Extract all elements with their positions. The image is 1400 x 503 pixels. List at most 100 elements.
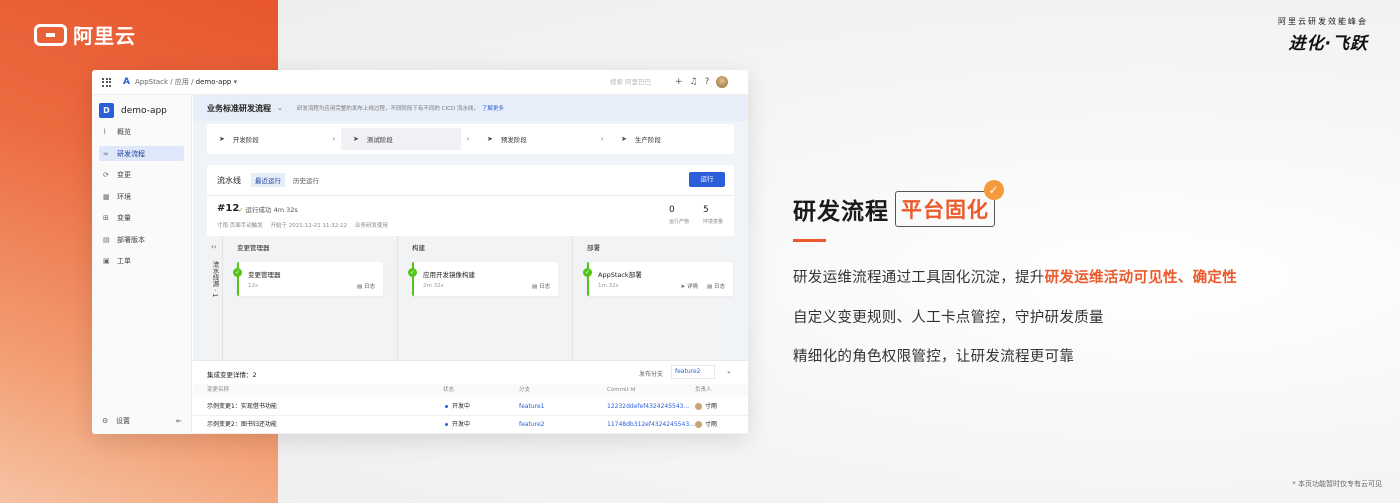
change-name[interactable]: 示例变更1：实现借书功能 xyxy=(207,398,277,416)
task-name: 变更管理器 xyxy=(248,271,281,279)
feature-title: 研发流程 平台固化 ✓ xyxy=(793,180,1004,227)
avatar[interactable] xyxy=(716,76,729,88)
run-trigger: 寸雨 页面手动触发 xyxy=(217,223,263,229)
tab-recent-runs[interactable]: 最近运行 xyxy=(251,173,285,187)
sidebar-item-label: 工单 xyxy=(117,257,131,265)
log-link[interactable]: ▤ 日志 xyxy=(707,282,725,290)
chevron-down-icon[interactable]: ⌄ xyxy=(277,104,283,112)
pipeline-graph: ‹› 流水线源 · 1 变更管理器 ✓ 变更管理器 12s ▤ 日志 构建 ✓ xyxy=(207,236,734,362)
task-name: AppStack部署 xyxy=(598,271,642,279)
code-toggle-icon[interactable]: ‹› xyxy=(211,243,217,251)
sidebar-item-env[interactable]: ▦ 环境 xyxy=(99,189,184,204)
check-icon: ✓ xyxy=(238,206,244,214)
sidebar-item-variable[interactable]: ⊞ 变量 xyxy=(99,211,184,226)
change-commit[interactable]: 11748db312ef4324245543... xyxy=(607,416,695,434)
chevron-right-icon: › xyxy=(332,135,336,143)
flow-title[interactable]: 业务标准研发流程 xyxy=(207,103,271,114)
stage-bar: ➤ 开发阶段 › ➤ 测试阶段 › ➤ 预发阶段 › ➤ 生产阶段 xyxy=(207,124,734,154)
action-label: 详情 xyxy=(687,284,699,290)
stage-prod[interactable]: ➤ 生产阶段 xyxy=(609,128,729,150)
sidebar-item-flow[interactable]: ∞ 研发流程 xyxy=(99,146,184,161)
stage-label: 生产阶段 xyxy=(634,136,661,144)
run-status: ✓ 运行成功 4m 32s xyxy=(238,204,298,214)
task-card[interactable]: ✓ AppStack部署 1m 32s ➤ 详情 ▤ 日志 xyxy=(583,262,733,296)
pipeline-title: 流水线 xyxy=(217,175,241,185)
run-meta: 寸雨 页面手动触发 开始于 2021-12-21 11:32:12 业务研发使用 xyxy=(217,221,394,229)
flow-description: 研发流程为应用完整的发布上线过程，不同阶段下有不同的 CICD 流水线， 了解更多 xyxy=(297,104,504,112)
table-row[interactable]: 示例变更1：实现借书功能 开发中 feature1 12232ddefef432… xyxy=(193,398,748,416)
task-name: 应用开发镜像构建 xyxy=(423,271,475,279)
change-name[interactable]: 示例变更2：图书归还功能 xyxy=(207,416,277,434)
change-branch[interactable]: feature1 xyxy=(519,398,544,416)
sidebar-item-ticket[interactable]: ▣ 工单 xyxy=(99,254,184,269)
stage-dev[interactable]: ➤ 开发阶段 xyxy=(207,128,327,150)
feature-point-text: 研发运维流程通过工具固化沉淀，提升 xyxy=(793,270,1045,286)
stage-test[interactable]: ➤ 测试阶段 xyxy=(341,128,461,150)
column-header: 分支 xyxy=(519,387,531,393)
footnote: * 本页功能暂时仅专有云可见 xyxy=(1292,480,1382,488)
sidebar-item-overview[interactable]: ⌇ 概览 xyxy=(99,125,184,140)
breadcrumb-product[interactable]: AppStack xyxy=(135,78,168,86)
collapse-icon[interactable]: ⇤ xyxy=(176,417,182,425)
aliyun-logo: 阿里云 xyxy=(34,20,136,49)
kpi-label: 环境变量 xyxy=(703,219,724,225)
chevron-down-icon[interactable]: ▾ xyxy=(234,78,238,86)
change-commit[interactable]: 12232ddefef4324245543... xyxy=(607,398,689,416)
branch-select[interactable]: feature2 xyxy=(671,365,715,379)
feature-title-highlight-text: 平台固化 xyxy=(901,198,989,222)
app-window: A AppStack / 应用 / demo-app ▾ 搜索 阿里巴巴 + ♫… xyxy=(92,70,748,434)
sidebar-item-label: 概览 xyxy=(117,128,131,136)
change-status: 开发中 xyxy=(445,416,470,434)
help-icon[interactable]: ? xyxy=(705,77,710,87)
send-icon: ➤ xyxy=(487,135,493,143)
kpi-artifacts[interactable]: 0 运行产物 xyxy=(669,205,689,225)
success-icon: ✓ xyxy=(233,268,242,277)
check-badge-icon: ✓ xyxy=(984,180,1004,200)
flow-icon: ∞ xyxy=(103,149,109,158)
send-icon: ➤ xyxy=(219,135,225,143)
tab-history-runs[interactable]: 历史运行 xyxy=(289,173,323,187)
kpi-env-vars[interactable]: 5 环境变量 xyxy=(703,205,723,225)
ticket-icon: ▣ xyxy=(103,257,110,265)
column-header: 变更名称 xyxy=(207,387,230,393)
task-card[interactable]: ✓ 变更管理器 12s ▤ 日志 xyxy=(233,262,383,296)
chevron-right-icon: › xyxy=(600,135,604,143)
plus-icon[interactable]: + xyxy=(675,77,683,87)
learn-more-link[interactable]: 了解更多 xyxy=(482,106,504,112)
branch-label: 发布分支 xyxy=(639,371,664,378)
sidebar-item-change[interactable]: ⟳ 变更 xyxy=(99,168,184,183)
summit-logo: 阿里云研发效能峰会 进化·飞跃 xyxy=(1278,16,1368,54)
change-branch[interactable]: feature2 xyxy=(519,416,544,434)
run-number[interactable]: #12 xyxy=(217,203,239,214)
log-link[interactable]: ▤ 日志 xyxy=(357,282,375,290)
breadcrumb-app[interactable]: demo-app xyxy=(196,78,232,86)
feature-point-highlight: 研发运维活动可见性、确定性 xyxy=(1044,270,1238,286)
status-dot-icon xyxy=(445,405,448,408)
sidebar-item-label: 变更 xyxy=(117,171,131,179)
sidebar-item-version[interactable]: ▤ 部署版本 xyxy=(99,232,184,247)
feature-point-2: 自定义变更规则、人工卡点管控，守护研发质量 xyxy=(793,310,1104,326)
sidebar-item-label: 研发流程 xyxy=(117,149,145,158)
pipeline-source-label: 流水线源 · 1 xyxy=(211,261,219,298)
success-icon: ✓ xyxy=(583,268,592,277)
owner-name: 寸雨 xyxy=(705,421,718,428)
bell-icon[interactable]: ♫ xyxy=(690,77,698,87)
send-icon: ➤ xyxy=(353,135,359,143)
top-actions: + ♫ ? xyxy=(675,76,729,88)
apps-grid-icon[interactable] xyxy=(102,77,111,87)
run-button[interactable]: 运行 xyxy=(689,172,725,187)
log-link[interactable]: ▤ 日志 xyxy=(532,282,550,290)
change-details-title: 集成变更详情：2 xyxy=(207,371,257,379)
settings-link[interactable]: 设置 xyxy=(116,416,130,426)
search-input[interactable]: 搜索 阿里巴巴 xyxy=(604,75,664,90)
table-row[interactable]: 示例变更2：图书归还功能 开发中 feature2 11748db312ef43… xyxy=(193,416,748,434)
feature-point-1: 研发运维流程通过工具固化沉淀，提升研发运维活动可见性、确定性 xyxy=(793,266,1237,287)
stage-pre[interactable]: ➤ 预发阶段 xyxy=(475,128,595,150)
feature-point-3: 精细化的角色权限管控，让研发流程更可靠 xyxy=(793,349,1075,365)
column-header: 负责人 xyxy=(695,387,712,393)
collapse-panel-icon[interactable]: ⌄ xyxy=(726,367,732,375)
task-card[interactable]: ✓ 应用开发镜像构建 2m 32s ▤ 日志 xyxy=(408,262,558,296)
gear-icon[interactable]: ⚙ xyxy=(102,417,116,425)
detail-link[interactable]: ➤ 详情 xyxy=(681,282,698,290)
task-actions: ▤ 日志 xyxy=(532,282,550,290)
